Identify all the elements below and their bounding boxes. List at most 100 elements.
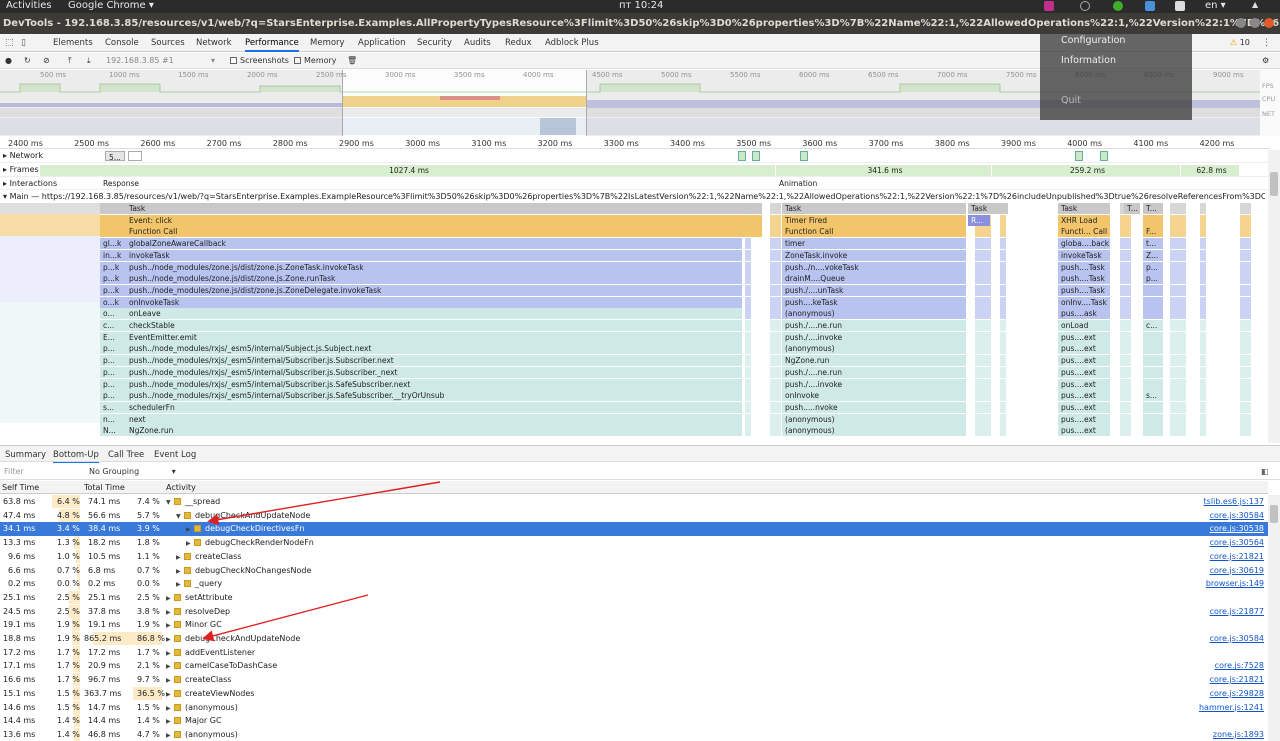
flame-slice[interactable]: [0, 335, 100, 346]
keyboard-icon[interactable]: [1175, 1, 1185, 11]
flame-slice[interactable]: [1000, 249, 1006, 261]
flame-slice[interactable]: [1200, 343, 1206, 355]
activity-cell[interactable]: ▶ createViewNodes: [166, 687, 254, 701]
flame-slice[interactable]: [0, 346, 100, 357]
flame-entry[interactable]: invokeTask: [126, 249, 742, 261]
flame-slice[interactable]: [1120, 366, 1131, 378]
flame-entry[interactable]: pus....ext: [1058, 378, 1110, 390]
flame-slice[interactable]: [975, 413, 991, 425]
flame-slice[interactable]: [0, 368, 100, 379]
flame-entry-short[interactable]: [1143, 378, 1163, 390]
flame-slice[interactable]: [770, 203, 781, 214]
flame-slice[interactable]: [0, 313, 100, 324]
flame-entry-short[interactable]: [1143, 331, 1163, 343]
profile-select[interactable]: 192.168.3.85 #1: [106, 56, 174, 65]
interactions-track[interactable]: ▸ Interactions Response Animation: [0, 178, 1268, 190]
flame-entry[interactable]: push./....ne.run: [782, 320, 966, 331]
flame-entry[interactable]: push../node_modules/rxjs/_esm5/internal/…: [126, 390, 742, 402]
collapsed-arrow-icon[interactable]: ▶: [166, 715, 174, 728]
flame-slice[interactable]: [0, 291, 100, 302]
collapsed-arrow-icon[interactable]: ▶: [176, 578, 184, 591]
frame-block[interactable]: 259.2 ms: [992, 165, 1180, 176]
flame-entry[interactable]: Event: click: [126, 214, 762, 226]
screenshots-checkbox[interactable]: Screenshots: [230, 56, 289, 65]
flame-slice[interactable]: [975, 273, 991, 285]
flame-entry[interactable]: pus....ext: [1058, 401, 1110, 413]
flame-entry[interactable]: globalZoneAwareCallback: [126, 238, 742, 250]
activity-cell[interactable]: ▶ debugCheckAndUpdateNode: [166, 632, 300, 646]
flame-entry[interactable]: Task: [1058, 203, 1110, 214]
sync-icon[interactable]: [1080, 1, 1090, 11]
flame-slice[interactable]: [1120, 273, 1131, 285]
save-profile-icon[interactable]: ⤓: [87, 56, 91, 66]
flame-slice[interactable]: [1000, 425, 1006, 437]
flame-slice[interactable]: [745, 401, 751, 413]
self-time-header[interactable]: Self Time: [2, 483, 39, 492]
flame-slice[interactable]: [1240, 203, 1251, 214]
overview-selection-window[interactable]: [342, 70, 587, 136]
flame-slice[interactable]: [745, 331, 751, 343]
app-menu[interactable]: Google Chrome ▾: [68, 0, 154, 11]
flame-entry-short[interactable]: N...: [100, 425, 126, 437]
flame-slice[interactable]: [1200, 331, 1206, 343]
flame-slice[interactable]: [1120, 378, 1131, 390]
flame-entry-short[interactable]: c...: [1143, 320, 1163, 331]
flame-slice[interactable]: [975, 343, 991, 355]
flame-slice[interactable]: [770, 320, 781, 331]
table-row[interactable]: 25.1 ms 2.5 % 25.1 ms 2.5 % ▶ setAttribute: [0, 590, 1268, 605]
source-link[interactable]: browser.js:149: [1206, 577, 1264, 590]
load-profile-icon[interactable]: ⤒: [68, 56, 72, 66]
flame-slice[interactable]: [770, 343, 781, 355]
frames-track-label[interactable]: ▸ Frames: [3, 165, 39, 174]
table-scroll-thumb[interactable]: [1270, 505, 1278, 523]
flame-slice[interactable]: [1120, 413, 1131, 425]
activity-header[interactable]: Activity: [166, 483, 196, 492]
collapsed-arrow-icon[interactable]: ▶: [176, 565, 184, 578]
clock[interactable]: пт 10:24: [619, 0, 663, 11]
flame-entry-short[interactable]: p...: [100, 355, 126, 367]
activity-cell[interactable]: ▶ debugCheckNoChangesNode: [176, 564, 311, 578]
tab-adblock-plus[interactable]: Adblock Plus: [545, 38, 599, 48]
flame-slice[interactable]: [1000, 331, 1006, 343]
table-row[interactable]: 34.1 ms 3.4 % 38.4 ms 3.9 % ▶ debugCheckDirec…: [0, 522, 1268, 537]
flame-slice[interactable]: [770, 308, 781, 320]
flame-slice[interactable]: [1000, 308, 1006, 320]
flame-slice[interactable]: [1240, 425, 1251, 437]
flame-slice[interactable]: [0, 225, 100, 236]
network-request[interactable]: [752, 151, 760, 161]
flame-slice[interactable]: [770, 413, 781, 425]
main-thread-track[interactable]: ▾ Main — https://192.168.3.85/resources/…: [0, 192, 1268, 203]
activity-cell[interactable]: ▶ debugCheckDirectivesFn: [186, 522, 305, 536]
flame-slice[interactable]: [1000, 343, 1006, 355]
overview-unselected-left[interactable]: [0, 70, 342, 136]
source-link[interactable]: core.js:21877: [1210, 605, 1264, 618]
profile-dropdown-icon[interactable]: ▾: [211, 56, 215, 65]
flame-entry[interactable]: NgZone.run: [126, 425, 742, 437]
flame-slice[interactable]: [1000, 401, 1006, 413]
flame-entry[interactable]: push../node_modules/rxjs/_esm5/internal/…: [126, 378, 742, 390]
flame-slice[interactable]: [745, 203, 751, 214]
flame-entry-short[interactable]: [1143, 413, 1163, 425]
activity-cell[interactable]: ▶ setAttribute: [166, 591, 233, 605]
flame-entry[interactable]: push....Task: [1058, 284, 1110, 296]
flame-entry[interactable]: schedulerFn: [126, 401, 742, 413]
flame-slice[interactable]: [1240, 238, 1251, 250]
flame-entry-short[interactable]: p...: [100, 378, 126, 390]
flame-slice[interactable]: [1200, 366, 1206, 378]
flame-slice[interactable]: [770, 261, 781, 273]
table-row[interactable]: 15.1 ms 1.5 % 363.7 ms 36.5 % ▶ createViewNod…: [0, 686, 1268, 701]
flame-slice[interactable]: [1240, 355, 1251, 367]
wifi-icon[interactable]: ▲: [1252, 0, 1262, 10]
activity-cell[interactable]: ▼ debugCheckAndUpdateNode: [176, 509, 310, 523]
flame-slice[interactable]: [0, 214, 100, 225]
collapsed-arrow-icon[interactable]: ▶: [166, 702, 174, 715]
table-row[interactable]: 6.6 ms 0.7 % 6.8 ms 0.7 % ▶ debugCheckNoChang…: [0, 563, 1268, 578]
toggle-sidebar-icon[interactable]: ◧: [1261, 467, 1269, 476]
flame-entry[interactable]: XHR Load: [1058, 214, 1110, 226]
flame-slice[interactable]: [1170, 226, 1186, 238]
flame-entry-short[interactable]: p...k: [100, 284, 126, 296]
flame-entry[interactable]: (anonymous): [782, 413, 966, 425]
flame-entry[interactable]: push../node_modules/zone.js/dist/zone.js…: [126, 261, 742, 273]
flame-slice[interactable]: [1000, 226, 1006, 238]
flame-slice[interactable]: [770, 366, 781, 378]
